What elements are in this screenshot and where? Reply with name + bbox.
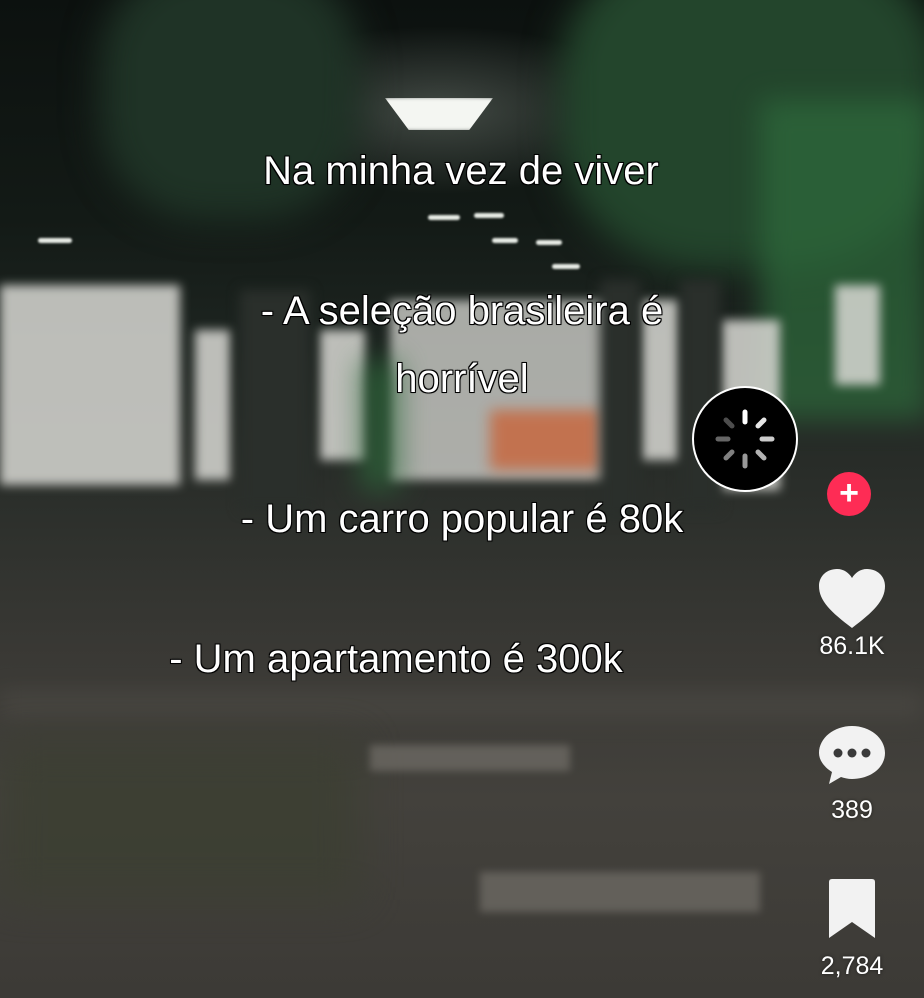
- ceiling-light: [492, 238, 518, 243]
- follow-button[interactable]: +: [827, 472, 871, 516]
- caption-line: - Um apartamento é 300k: [169, 636, 624, 681]
- comment-count: 389: [831, 796, 873, 824]
- curb: [0, 690, 924, 720]
- street-lamp: [385, 98, 493, 130]
- pavement-marking: [480, 872, 760, 912]
- caption-line: horrível: [395, 356, 530, 401]
- orange-sign: [490, 410, 600, 470]
- pavement-marking: [370, 745, 570, 771]
- caption-line: Na minha vez de viver: [262, 148, 659, 193]
- save-count: 2,784: [820, 952, 884, 980]
- ceiling-light: [552, 264, 580, 269]
- heart-icon: [819, 569, 885, 628]
- video-frame[interactable]: Na minha vez de viver - A seleção brasil…: [0, 0, 924, 998]
- ceiling-light: [536, 240, 562, 245]
- save-button[interactable]: 2,784: [800, 878, 904, 981]
- creator-avatar[interactable]: [692, 386, 798, 492]
- ceiling-light: [428, 215, 460, 220]
- storefront: [195, 330, 230, 480]
- comment-button[interactable]: 389: [800, 724, 904, 825]
- comment-bubble-icon: [819, 726, 885, 784]
- ceiling-light: [38, 238, 72, 243]
- ceiling-light: [474, 213, 504, 218]
- like-button[interactable]: 86.1K: [800, 568, 904, 661]
- caption-line: - A seleção brasileira é: [260, 288, 664, 333]
- lawn: [0, 740, 360, 900]
- bookmark-icon: [829, 879, 875, 938]
- caption-line: - Um carro popular é 80k: [240, 496, 684, 541]
- like-count: 86.1K: [819, 632, 885, 660]
- loading-spinner-icon: [715, 409, 775, 469]
